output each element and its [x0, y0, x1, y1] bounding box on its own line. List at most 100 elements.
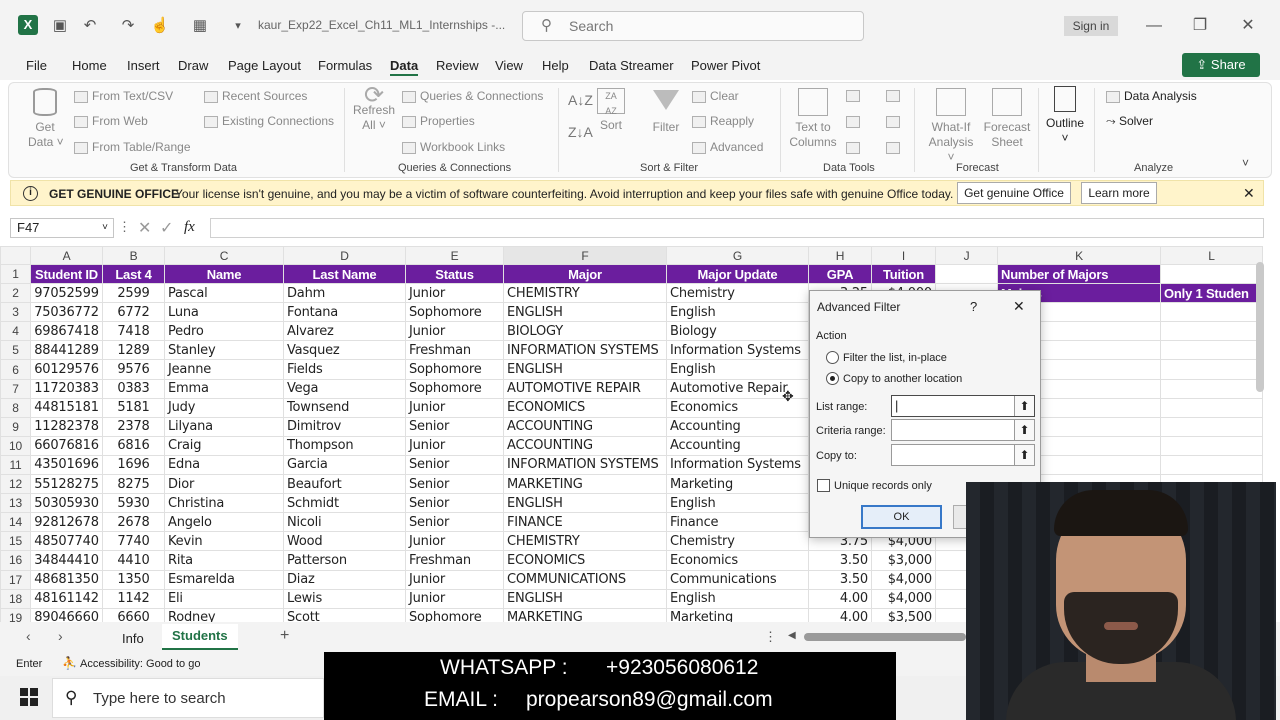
cell[interactable]: [1160, 435, 1263, 456]
cell[interactable]: 0383: [102, 378, 165, 399]
cell[interactable]: [1160, 302, 1263, 323]
column-header[interactable]: J: [935, 246, 998, 265]
cell[interactable]: 88441289: [30, 340, 103, 361]
cell[interactable]: Information Systems: [666, 340, 809, 361]
tab-review[interactable]: Review: [436, 58, 479, 73]
cell[interactable]: CHEMISTRY: [503, 531, 667, 552]
number-of-majors-header[interactable]: Number of Majors: [997, 263, 1161, 285]
column-header[interactable]: G: [666, 246, 809, 265]
cell[interactable]: Kevin: [164, 531, 284, 552]
filter-button[interactable]: Filter: [646, 88, 686, 135]
tab-page-layout[interactable]: Page Layout: [228, 58, 301, 73]
cell[interactable]: ENGLISH: [503, 359, 667, 380]
row-header[interactable]: 6: [0, 359, 31, 380]
row-header[interactable]: 14: [0, 512, 31, 533]
table-header-cell[interactable]: Major: [503, 263, 667, 285]
properties-button[interactable]: Properties: [402, 114, 475, 128]
tab-info[interactable]: Info: [122, 631, 144, 646]
table-header-cell[interactable]: Status: [405, 263, 504, 285]
cell[interactable]: Information Systems: [666, 454, 809, 476]
cell[interactable]: Junior: [405, 435, 504, 456]
forecast-sheet-button[interactable]: Forecast Sheet: [982, 88, 1032, 150]
row-header[interactable]: 3: [0, 302, 31, 323]
cell[interactable]: INFORMATION SYSTEMS: [503, 454, 667, 476]
cell[interactable]: Senior: [405, 512, 504, 533]
cell[interactable]: English: [666, 302, 809, 323]
get-data-button[interactable]: Get Data ˅: [28, 88, 64, 150]
help-button[interactable]: ?: [970, 299, 977, 314]
column-header[interactable]: I: [871, 246, 936, 265]
row-header[interactable]: 13: [0, 493, 31, 514]
cell[interactable]: Freshman: [405, 340, 504, 361]
cell[interactable]: $3,000: [871, 550, 936, 571]
cell[interactable]: ENGLISH: [503, 302, 667, 323]
row-header[interactable]: 15: [0, 531, 31, 552]
collapse-ribbon-icon[interactable]: ˅: [1242, 156, 1249, 170]
cell[interactable]: 1696: [102, 454, 165, 476]
cell[interactable]: Diaz: [283, 569, 406, 590]
cell[interactable]: 55128275: [30, 474, 103, 495]
cell[interactable]: ENGLISH: [503, 493, 667, 514]
horizontal-scrollbar[interactable]: [804, 633, 966, 641]
cell[interactable]: Schmidt: [283, 493, 406, 514]
cell[interactable]: Lewis: [283, 588, 406, 609]
column-header[interactable]: D: [283, 246, 406, 265]
row-header[interactable]: 8: [0, 397, 31, 418]
select-all-corner[interactable]: [0, 246, 31, 265]
refresh-all-button[interactable]: ⟳ Refresh All ˅: [352, 84, 396, 133]
filter-in-place-radio[interactable]: [826, 351, 839, 364]
row-header[interactable]: 5: [0, 340, 31, 361]
column-header[interactable]: H: [808, 246, 872, 265]
cell[interactable]: Fields: [283, 359, 406, 380]
row-header[interactable]: 16: [0, 550, 31, 571]
cell[interactable]: 75036772: [30, 302, 103, 323]
tab-home[interactable]: Home: [72, 58, 107, 73]
cell[interactable]: ECONOMICS: [503, 550, 667, 571]
copy-to-location-radio[interactable]: [826, 372, 839, 385]
cell[interactable]: Freshman: [405, 550, 504, 571]
cell[interactable]: Communications: [666, 569, 809, 590]
unique-records-checkbox[interactable]: [817, 479, 830, 492]
redo-icon[interactable]: ↷: [118, 16, 138, 36]
from-web-button[interactable]: From Web: [74, 114, 148, 128]
cell[interactable]: 7418: [102, 321, 165, 342]
cell[interactable]: Finance: [666, 512, 809, 533]
tab-formulas[interactable]: Formulas: [318, 58, 372, 73]
text-to-columns-button[interactable]: Text to Columns: [788, 88, 838, 150]
cell[interactable]: [1160, 340, 1263, 361]
table-header-cell[interactable]: Name: [164, 263, 284, 285]
column-header[interactable]: B: [102, 246, 165, 265]
outline-button[interactable]: Outline ˅: [1044, 86, 1086, 146]
cell[interactable]: 4410: [102, 550, 165, 571]
cell[interactable]: Sophomore: [405, 359, 504, 380]
cell[interactable]: 3.50: [808, 569, 872, 590]
sort-za-icon[interactable]: Z↓A: [568, 124, 593, 140]
cell[interactable]: Nicoli: [283, 512, 406, 533]
cell[interactable]: 48681350: [30, 569, 103, 590]
cell[interactable]: 1350: [102, 569, 165, 590]
row-header[interactable]: 1: [0, 263, 31, 285]
cell[interactable]: Wood: [283, 531, 406, 552]
cell[interactable]: 8275: [102, 474, 165, 495]
cell[interactable]: Dahm: [283, 283, 406, 304]
cell[interactable]: [1160, 321, 1263, 342]
row-header[interactable]: 11: [0, 454, 31, 476]
cell[interactable]: Senior: [405, 493, 504, 514]
undo-icon[interactable]: ↶: [80, 16, 100, 36]
cell[interactable]: Garcia: [283, 454, 406, 476]
from-table-range-button[interactable]: From Table/Range: [74, 140, 191, 154]
cell[interactable]: Junior: [405, 588, 504, 609]
existing-connections-button[interactable]: Existing Connections: [204, 114, 334, 128]
cell[interactable]: 2599: [102, 283, 165, 304]
cell[interactable]: 48161142: [30, 588, 103, 609]
cell[interactable]: Marketing: [666, 474, 809, 495]
copy-to-location-label[interactable]: Copy to another location: [843, 373, 962, 385]
recent-sources-button[interactable]: Recent Sources: [204, 89, 307, 103]
cell[interactable]: Economics: [666, 550, 809, 571]
cell[interactable]: 92812678: [30, 512, 103, 533]
column-header[interactable]: E: [405, 246, 504, 265]
cell[interactable]: Lilyana: [164, 416, 284, 437]
cell[interactable]: ECONOMICS: [503, 397, 667, 418]
confirm-entry-icon[interactable]: ✓: [160, 218, 173, 238]
cell[interactable]: 5181: [102, 397, 165, 418]
